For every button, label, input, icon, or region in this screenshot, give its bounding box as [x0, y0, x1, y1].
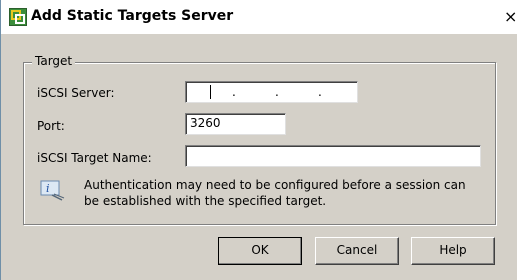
ok-button[interactable]: OK	[218, 237, 302, 265]
close-icon[interactable]: ×	[504, 8, 517, 26]
title-bar: Add Static Targets Server ×	[1, 0, 517, 34]
iscsi-server-ip-field[interactable]: . . .	[185, 81, 358, 103]
iscsi-target-name-label: iSCSI Target Name:	[37, 151, 152, 165]
vsphere-app-icon	[9, 8, 27, 26]
ip-separator-3: .	[318, 85, 322, 99]
help-button[interactable]: Help	[411, 237, 495, 265]
info-icon: i	[40, 180, 65, 201]
iscsi-server-label: iSCSI Server:	[37, 86, 115, 100]
cancel-button[interactable]: Cancel	[315, 237, 399, 265]
authentication-info-message: Authentication may need to be configured…	[84, 178, 466, 208]
add-static-targets-dialog: Add Static Targets Server × Target iSCSI…	[0, 0, 517, 280]
dialog-title: Add Static Targets Server	[31, 8, 234, 24]
ip-separator-2: .	[275, 85, 279, 99]
ip-separator-1: .	[232, 85, 236, 99]
iscsi-target-name-field[interactable]	[185, 145, 481, 167]
text-cursor	[210, 85, 211, 99]
port-field[interactable]: 3260	[185, 113, 286, 135]
port-label: Port:	[37, 119, 65, 133]
target-group-legend: Target	[32, 54, 76, 68]
port-value: 3260	[190, 116, 221, 130]
svg-text:i: i	[46, 182, 50, 195]
